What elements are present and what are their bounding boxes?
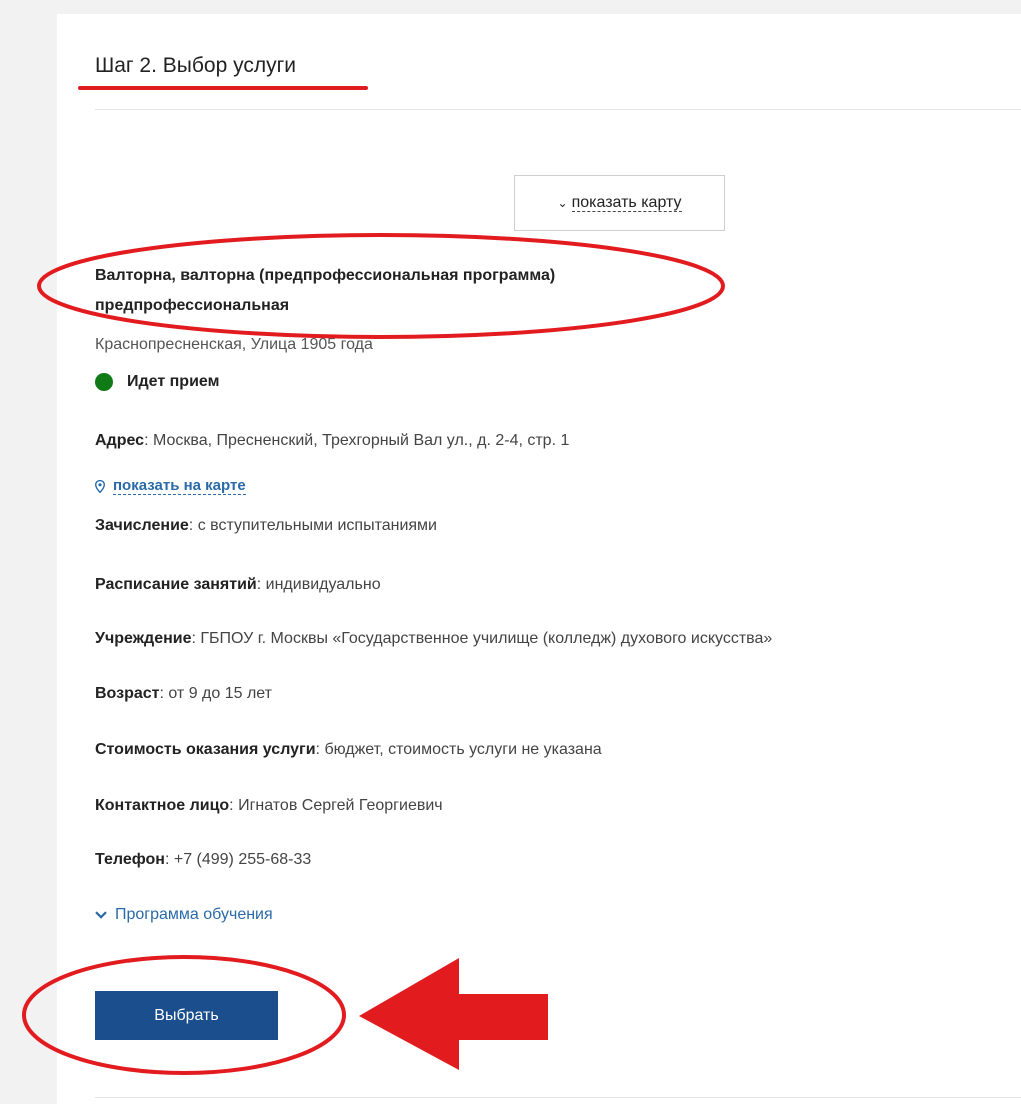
status-badge: Идет прием (95, 373, 219, 391)
address-value: : Москва, Пресненский, Трехгорный Вал ул… (144, 432, 570, 449)
enrollment-value: : с вступительными испытаниями (188, 517, 437, 534)
map-pin-icon (95, 480, 105, 493)
phone-row: Телефон: +7 (499) 255-68-33 (95, 851, 311, 869)
step-title: Шаг 2. Выбор услуги (95, 54, 296, 77)
contact-row: Контактное лицо: Игнатов Сергей Георгиев… (95, 797, 443, 815)
schedule-value: : индивидуально (256, 576, 381, 593)
status-label: Идет прием (127, 373, 220, 390)
page: Шаг 2. Выбор услуги ⌄ показать карту Вал… (0, 0, 1021, 1104)
annotation-arrow (359, 958, 548, 1070)
age-row: Возраст: от 9 до 15 лет (95, 685, 272, 703)
select-button[interactable]: Выбрать (95, 991, 278, 1040)
institution-row: Учреждение: ГБПОУ г. Москвы «Государстве… (95, 630, 772, 648)
program-toggle[interactable]: Программа обучения (95, 906, 273, 924)
contact-value: : Игнатов Сергей Георгиевич (229, 797, 443, 814)
age-value: : от 9 до 15 лет (159, 685, 272, 702)
phone-value: : +7 (499) 255-68-33 (164, 851, 312, 868)
institution-label: Учреждение (95, 630, 192, 647)
show-map-label: показать карту (571, 194, 682, 212)
institution-value: : ГБПОУ г. Москвы «Государственное учили… (191, 630, 773, 647)
step-divider (95, 109, 1021, 110)
program-toggle-label: Программа обучения (115, 906, 273, 923)
show-map-button[interactable]: ⌄ показать карту (514, 175, 725, 231)
enrollment-row: Зачисление: с вступительными испытаниями (95, 517, 437, 535)
service-district: Краснопресненская, Улица 1905 года (95, 336, 373, 353)
service-title: Валторна, валторна (предпрофессиональная… (95, 267, 556, 314)
cost-row: Стоимость оказания услуги: бюджет, стоим… (95, 741, 602, 759)
bottom-divider (95, 1097, 1021, 1098)
status-dot-icon (95, 373, 113, 391)
annotation-underline (78, 86, 368, 90)
show-on-map-link[interactable]: показать на карте (95, 478, 246, 495)
cost-label: Стоимость оказания услуги (95, 741, 316, 758)
chevron-down-icon (95, 911, 107, 919)
cost-value: : бюджет, стоимость услуги не указана (315, 741, 602, 758)
age-label: Возраст (95, 685, 160, 702)
schedule-label: Расписание занятий (95, 576, 257, 593)
enrollment-label: Зачисление (95, 517, 189, 534)
phone-label: Телефон (95, 851, 165, 868)
contact-label: Контактное лицо (95, 797, 230, 814)
chevron-down-icon: ⌄ (557, 196, 568, 210)
top-gutter (57, 0, 1021, 14)
show-on-map-label: показать на карте (113, 477, 246, 495)
schedule-row: Расписание занятий: индивидуально (95, 576, 381, 594)
address-row: Адрес: Москва, Пресненский, Трехгорный В… (95, 432, 569, 450)
left-gutter (0, 0, 57, 1104)
address-label: Адрес (95, 432, 145, 449)
annotation-overlay (22, 233, 725, 1075)
